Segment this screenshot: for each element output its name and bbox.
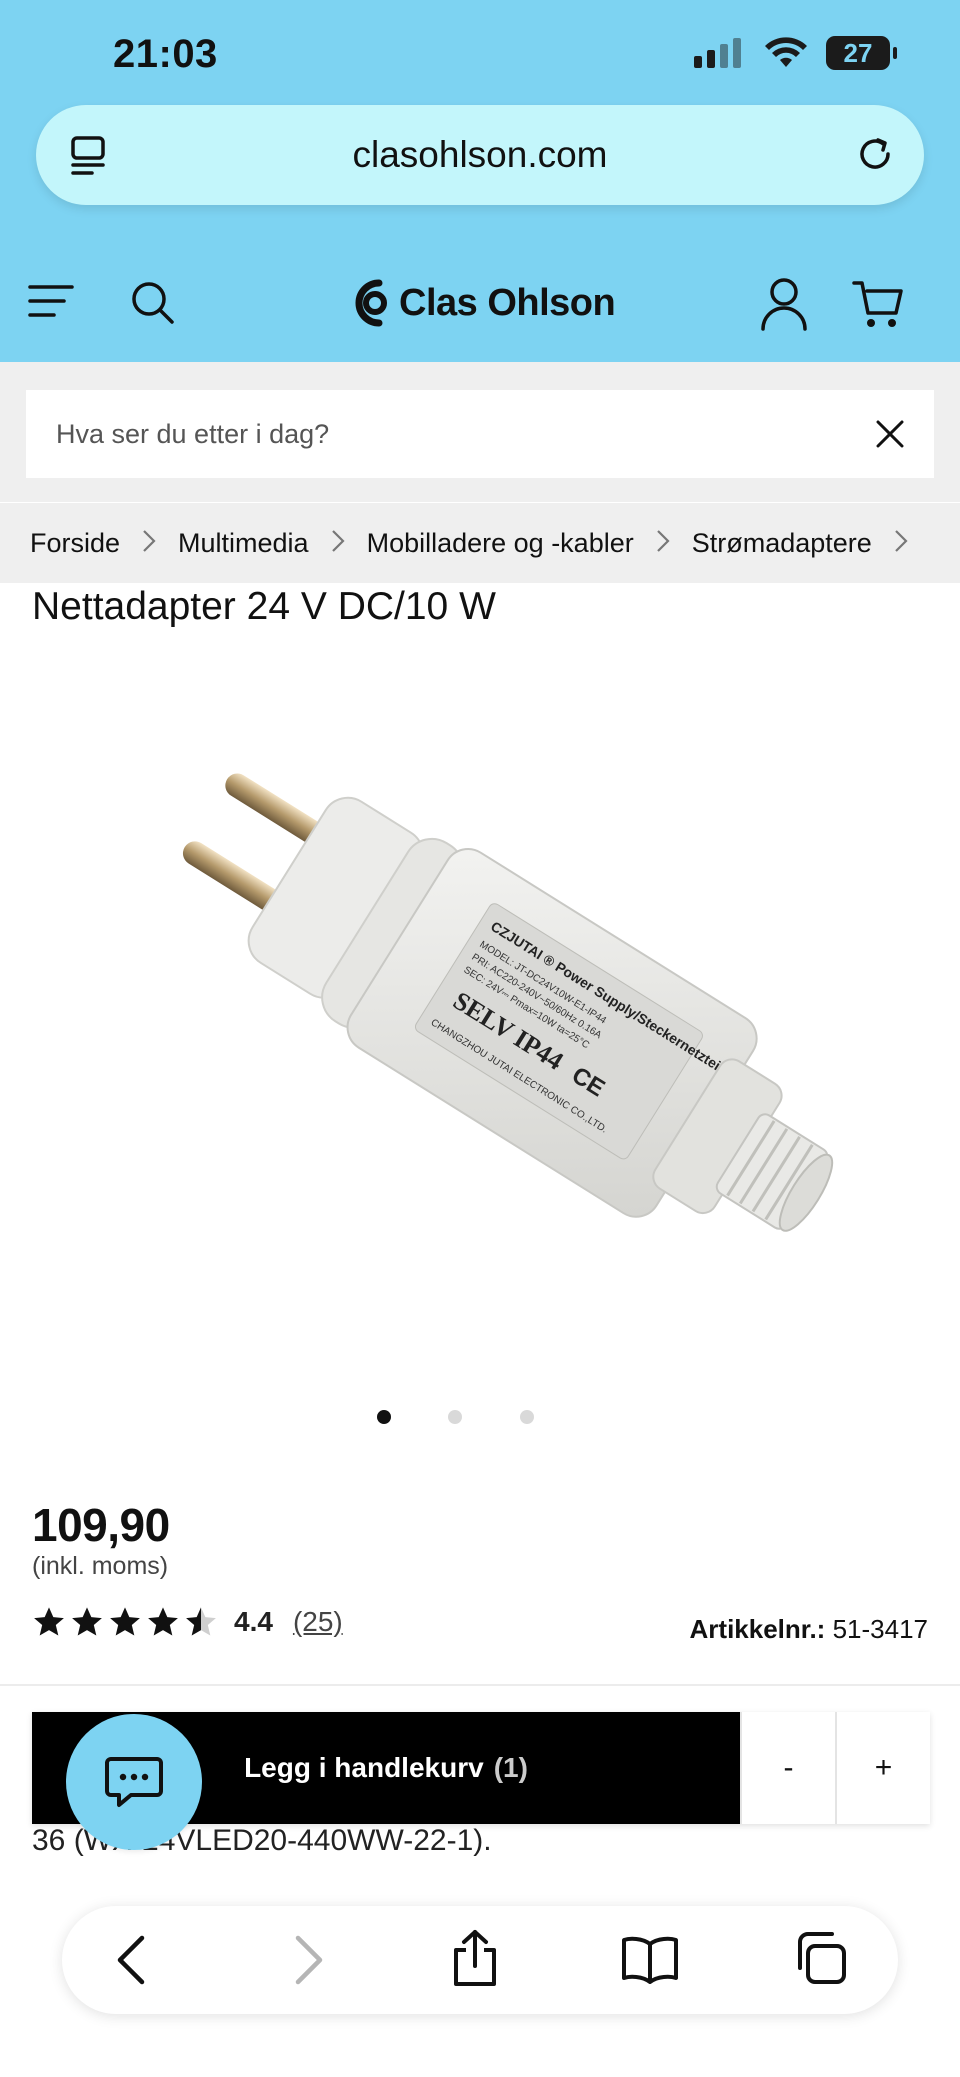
product-price: 109,90 [32,1499,170,1551]
add-to-cart-label: Legg i handlekurv [244,1752,484,1783]
site-header: Clas Ohlson [0,255,960,362]
product-rating[interactable]: 4.4 (25) [32,1606,343,1638]
carousel-dots [0,1410,960,1430]
article-number: Artikkelnr.: 51-3417 [690,1614,928,1645]
status-icons: 27 [694,36,897,70]
chevron-right-icon [142,529,156,558]
star-full-icon [110,1607,140,1636]
carousel-dot[interactable] [448,1410,462,1424]
status-time: 21:03 [113,32,218,76]
browser-toolbar [62,1906,898,2014]
signal-icon [694,38,741,68]
increase-quantity-button[interactable]: + [835,1712,930,1824]
bookmarks-icon[interactable] [620,1934,680,1984]
product-image[interactable]: CZJUTAI ® Power Supply/Steckernetzteil M… [60,690,900,1380]
article-number-label: Artikkelnr.: [689,1614,826,1644]
battery-level: 27 [843,37,873,68]
user-icon[interactable] [760,277,808,331]
chevron-right-icon [331,529,345,558]
star-full-icon [72,1607,102,1636]
divider [0,1684,960,1686]
url-text[interactable]: clasohlson.com [352,134,607,176]
cart-icon[interactable] [852,279,904,329]
price-vat-note: (inkl. moms) [32,1552,169,1580]
breadcrumb-item-mobilladere[interactable]: Mobilladere og -kabler [367,528,634,559]
page-menu-icon[interactable] [70,135,110,177]
battery-indicator: 27 [826,36,897,70]
search-icon[interactable] [130,280,176,326]
search-input[interactable] [56,418,836,450]
star-partial-icon [186,1607,216,1636]
breadcrumb-item-forside[interactable]: Forside [30,528,120,559]
star-full-icon [34,1607,64,1636]
menu-icon[interactable] [28,283,74,319]
close-icon[interactable] [874,418,906,450]
tabs-icon[interactable] [794,1930,848,1986]
logo-text: Clas Ohlson [399,281,616,324]
breadcrumb-item-multimedia[interactable]: Multimedia [178,528,309,559]
search-box[interactable] [26,390,934,478]
product-title: Nettadapter 24 V DC/10 W [32,585,496,628]
site-logo[interactable]: Clas Ohlson [345,275,616,331]
forward-icon[interactable] [294,1934,324,1986]
chat-button[interactable] [66,1714,202,1850]
breadcrumb-item-stromadaptere[interactable]: Strømadaptere [692,528,872,559]
rating-stars [32,1606,218,1638]
breadcrumb: Forside Multimedia Mobilladere og -kable… [0,503,960,583]
decrease-quantity-button[interactable]: - [740,1712,835,1824]
carousel-dot[interactable] [377,1410,391,1424]
carousel-dot[interactable] [520,1410,534,1424]
rating-value: 4.4 [234,1606,273,1637]
chat-icon [105,1757,163,1807]
chevron-right-icon [656,529,670,558]
logo-mark-icon [355,279,387,327]
share-icon[interactable] [450,1928,500,1988]
wifi-icon [765,37,807,67]
back-icon[interactable] [116,1934,146,1986]
review-count-link[interactable]: (25) [293,1606,343,1638]
chevron-right-icon [894,529,908,558]
search-area [0,362,960,502]
article-number-value: 51-3417 [832,1614,928,1644]
url-bar[interactable]: clasohlson.com [36,105,924,205]
browser-top-area: 21:03 27 clasohlson.com Clas Ohlson [0,0,960,362]
star-full-icon [148,1607,178,1636]
cart-quantity: (1) [493,1752,528,1783]
reload-icon[interactable] [852,131,898,177]
